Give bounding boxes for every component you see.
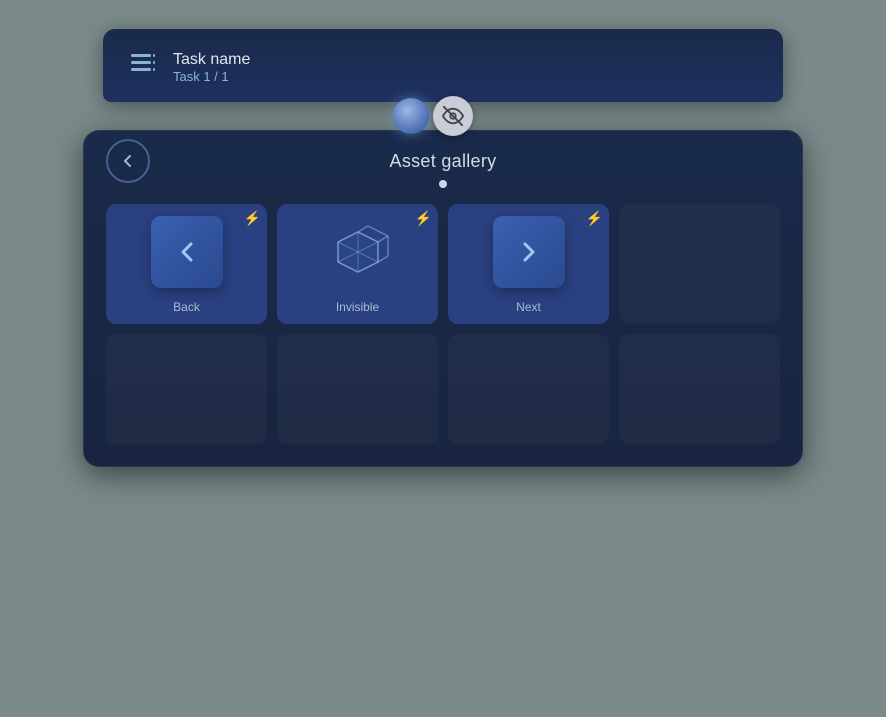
asset-label-back: Back <box>173 300 200 314</box>
lightning-badge-back: ⚡ <box>244 210 261 227</box>
cube-wireframe-icon <box>326 220 390 284</box>
asset-item-empty-4 <box>448 334 609 444</box>
gallery-panel: Asset gallery ⚡ Back ⚡ <box>83 130 803 467</box>
asset-item-empty-5 <box>619 334 780 444</box>
asset-grid-row2 <box>106 334 780 444</box>
asset-item-invisible[interactable]: ⚡ <box>277 204 438 324</box>
asset-grid-row1: ⚡ Back ⚡ <box>106 204 780 324</box>
task-counter: Task 1 / 1 <box>173 69 250 84</box>
asset-item-empty-1 <box>619 204 780 324</box>
asset-item-back[interactable]: ⚡ Back <box>106 204 267 324</box>
lightning-badge-invisible: ⚡ <box>415 210 432 227</box>
scene: Task name Task 1 / 1 Asset gallery <box>63 29 823 689</box>
next-card-arrow <box>513 236 545 268</box>
task-panel: Task name Task 1 / 1 <box>103 29 783 102</box>
visibility-button[interactable] <box>433 96 473 136</box>
asset-item-empty-2 <box>106 334 267 444</box>
back-card-arrow <box>171 236 203 268</box>
task-info: Task name Task 1 / 1 <box>173 51 250 84</box>
pagination-dot <box>439 180 447 188</box>
lightning-badge-next: ⚡ <box>586 210 603 227</box>
task-list-icon <box>131 54 155 80</box>
eye-slash-icon <box>442 105 464 127</box>
asset-item-next[interactable]: ⚡ Next <box>448 204 609 324</box>
orb-decoration <box>393 98 429 134</box>
connector-area <box>63 102 823 132</box>
back-card <box>151 216 223 288</box>
asset-label-invisible: Invisible <box>336 300 379 314</box>
asset-label-next: Next <box>516 300 541 314</box>
back-arrow-icon <box>119 152 137 170</box>
next-card <box>493 216 565 288</box>
back-button[interactable] <box>106 139 150 183</box>
gallery-header: Asset gallery <box>106 151 780 172</box>
asset-item-empty-3 <box>277 334 438 444</box>
gallery-title: Asset gallery <box>390 151 497 172</box>
task-title: Task name <box>173 51 250 69</box>
